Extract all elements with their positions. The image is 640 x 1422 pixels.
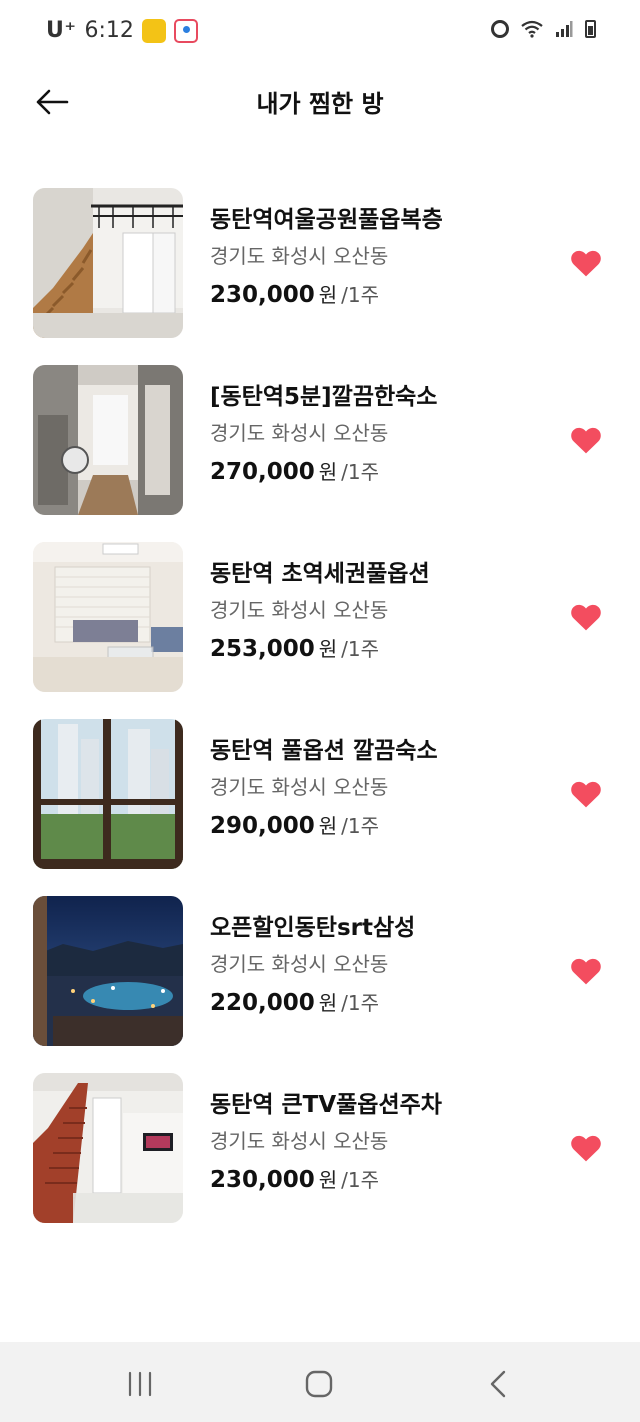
listing-price: 290,000 bbox=[210, 813, 315, 839]
listing-price-row: 230,000 원/1주 bbox=[210, 1164, 442, 1193]
clock: 6:12 bbox=[84, 18, 134, 43]
listing-price-row: 220,000 원/1주 bbox=[210, 987, 415, 1016]
listing-period: /1주 bbox=[341, 991, 380, 1015]
listing-info: 동탄역 초역세권풀옵션 경기도 화성시 오산동 253,000 원/1주 bbox=[210, 554, 430, 662]
heart-icon[interactable] bbox=[570, 956, 602, 986]
listing-period: /1주 bbox=[341, 814, 380, 838]
listing-currency: 원 bbox=[318, 1168, 338, 1192]
heart-icon[interactable] bbox=[570, 248, 602, 278]
listing-price: 220,000 bbox=[210, 990, 315, 1016]
listing-info: 동탄역여울공원풀옵복층 경기도 화성시 오산동 230,000 원/1주 bbox=[210, 200, 443, 308]
page-title: 내가 찜한 방 bbox=[256, 90, 384, 118]
listing-location: 경기도 화성시 오산동 bbox=[210, 775, 389, 799]
listing-name: 동탄역 큰TV풀옵션주차 bbox=[210, 1092, 442, 1118]
listing-thumbnail bbox=[33, 1073, 183, 1223]
listing-currency: 원 bbox=[318, 991, 338, 1015]
listing-thumbnail bbox=[33, 542, 183, 692]
heart-icon[interactable] bbox=[570, 779, 602, 809]
listing-price: 270,000 bbox=[210, 459, 315, 485]
listing-currency: 원 bbox=[318, 283, 338, 307]
system-back-button[interactable] bbox=[468, 1364, 528, 1404]
listing-price-row: 290,000 원/1주 bbox=[210, 810, 438, 839]
listing-name: 동탄역 초역세권풀옵션 bbox=[210, 561, 430, 587]
listing-period: /1주 bbox=[341, 283, 380, 307]
listing-thumbnail bbox=[33, 188, 183, 338]
recent-apps-button[interactable] bbox=[110, 1364, 170, 1404]
listing-period: /1주 bbox=[341, 637, 380, 661]
listing-name: [동탄역5분]깔끔한숙소 bbox=[210, 384, 438, 410]
listing-price: 253,000 bbox=[210, 636, 315, 662]
listing-price: 230,000 bbox=[210, 282, 315, 308]
signal-icon bbox=[555, 20, 573, 38]
status-bar: U⁺ 6:12 bbox=[0, 0, 640, 64]
listing-location: 경기도 화성시 오산동 bbox=[210, 244, 389, 268]
listing-item[interactable]: 동탄역 풀옵션 깔끔숙소 경기도 화성시 오산동 290,000 원/1주 bbox=[0, 719, 640, 869]
yellow-app-notification-icon bbox=[141, 18, 166, 43]
listing-thumbnail bbox=[33, 719, 183, 869]
listing-item[interactable]: 오픈할인동탄srt삼성 경기도 화성시 오산동 220,000 원/1주 bbox=[0, 896, 640, 1046]
home-button[interactable] bbox=[289, 1364, 349, 1404]
battery-icon bbox=[585, 20, 596, 38]
listing-thumbnail bbox=[33, 365, 183, 515]
heart-icon[interactable] bbox=[570, 1133, 602, 1163]
listing-price: 230,000 bbox=[210, 1167, 315, 1193]
listing-item[interactable]: 동탄역여울공원풀옵복층 경기도 화성시 오산동 230,000 원/1주 bbox=[0, 188, 640, 338]
listing-info: [동탄역5분]깔끔한숙소 경기도 화성시 오산동 270,000 원/1주 bbox=[210, 377, 437, 485]
listing-thumbnail bbox=[33, 896, 183, 1046]
app-bar: 내가 찜한 방 bbox=[0, 64, 640, 140]
status-left: U⁺ 6:12 bbox=[46, 18, 198, 43]
listing-location: 경기도 화성시 오산동 bbox=[210, 952, 389, 976]
listing-currency: 원 bbox=[318, 637, 338, 661]
listing-price-row: 270,000 원/1주 bbox=[210, 456, 437, 485]
listing-location: 경기도 화성시 오산동 bbox=[210, 598, 389, 622]
listing-currency: 원 bbox=[318, 460, 338, 484]
recent-apps-icon bbox=[128, 1371, 152, 1397]
listing-price-row: 253,000 원/1주 bbox=[210, 633, 430, 662]
listing-info: 동탄역 큰TV풀옵션주차 경기도 화성시 오산동 230,000 원/1주 bbox=[210, 1085, 442, 1193]
listing-name: 오픈할인동탄srt삼성 bbox=[210, 915, 416, 941]
heart-icon[interactable] bbox=[570, 602, 602, 632]
listing-name: 동탄역여울공원풀옵복층 bbox=[210, 207, 443, 233]
listing-item[interactable]: 동탄역 큰TV풀옵션주차 경기도 화성시 오산동 230,000 원/1주 bbox=[0, 1073, 640, 1223]
listing-item[interactable]: [동탄역5분]깔끔한숙소 경기도 화성시 오산동 270,000 원/1주 bbox=[0, 365, 640, 515]
listing-location: 경기도 화성시 오산동 bbox=[210, 421, 389, 445]
wifi-icon bbox=[521, 20, 543, 38]
status-right bbox=[491, 20, 596, 38]
listing-period: /1주 bbox=[341, 460, 380, 484]
listing-info: 동탄역 풀옵션 깔끔숙소 경기도 화성시 오산동 290,000 원/1주 bbox=[210, 731, 438, 839]
back-chevron-icon bbox=[490, 1370, 506, 1398]
map-app-notification-icon bbox=[173, 18, 198, 43]
listing-currency: 원 bbox=[318, 814, 338, 838]
system-nav-bar bbox=[0, 1342, 640, 1422]
listing-location: 경기도 화성시 오산동 bbox=[210, 1129, 389, 1153]
listing-period: /1주 bbox=[341, 1168, 380, 1192]
alarm-icon bbox=[491, 20, 509, 38]
listing-name: 동탄역 풀옵션 깔끔숙소 bbox=[210, 738, 438, 764]
carrier-label: U⁺ bbox=[46, 18, 77, 43]
listing-info: 오픈할인동탄srt삼성 경기도 화성시 오산동 220,000 원/1주 bbox=[210, 908, 415, 1016]
listing-price-row: 230,000 원/1주 bbox=[210, 279, 443, 308]
listing-item[interactable]: 동탄역 초역세권풀옵션 경기도 화성시 오산동 253,000 원/1주 bbox=[0, 542, 640, 692]
home-icon bbox=[305, 1370, 333, 1398]
heart-icon[interactable] bbox=[570, 425, 602, 455]
